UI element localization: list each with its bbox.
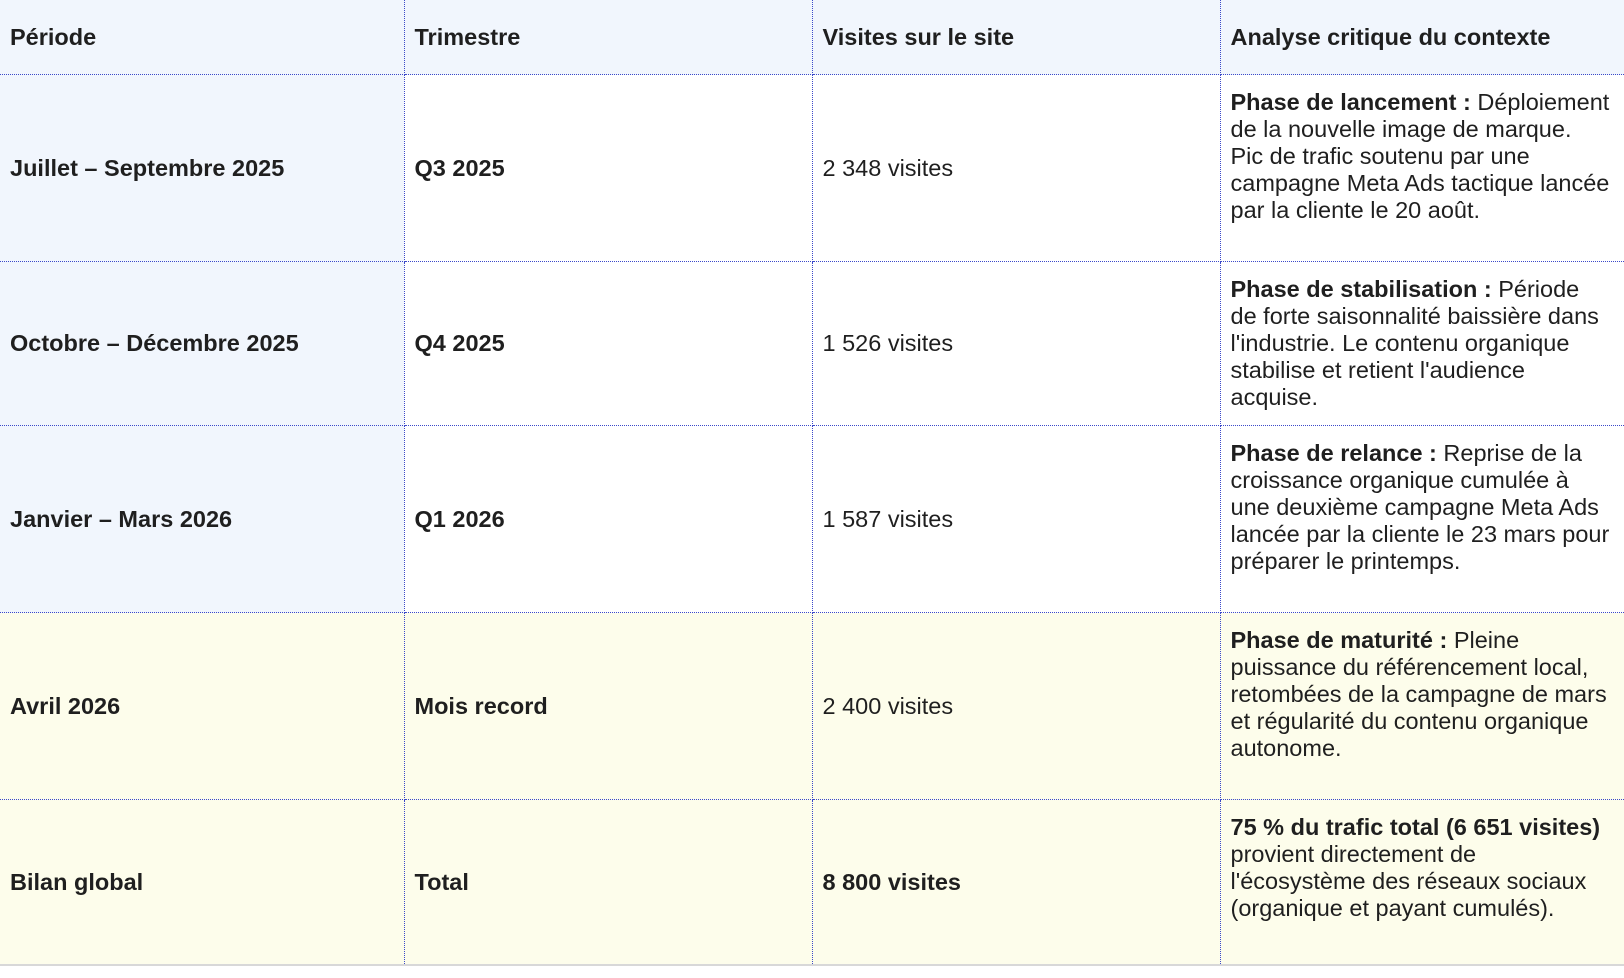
cell-trimestre: Q4 2025: [403, 261, 813, 426]
table-header-row: Période Trimestre Visites sur le site An…: [0, 0, 1624, 75]
cell-trimestre: Total: [403, 799, 813, 966]
cell-visites: 2 348 visites: [811, 74, 1221, 262]
cell-trimestre: Q1 2026: [403, 425, 813, 613]
cell-visites: 1 587 visites: [811, 425, 1221, 613]
cell-trimestre: Mois record: [403, 612, 813, 800]
table-row: Octobre – Décembre 2025 Q4 2025 1 526 vi…: [0, 261, 1624, 426]
table-row-total: Bilan global Total 8 800 visites 75 % du…: [0, 799, 1624, 966]
cell-visites: 1 526 visites: [811, 261, 1221, 426]
cell-analyse: Phase de maturité : Pleine puissance du …: [1219, 612, 1624, 800]
analyse-text: provient directement de l'écosystème des…: [1230, 841, 1587, 921]
cell-periode: Bilan global: [0, 799, 405, 966]
table-row: Juillet – Septembre 2025 Q3 2025 2 348 v…: [0, 74, 1624, 262]
traffic-analysis-table: Période Trimestre Visites sur le site An…: [0, 0, 1624, 966]
table-row-highlight: Avril 2026 Mois record 2 400 visites Pha…: [0, 612, 1624, 800]
header-analyse: Analyse critique du contexte: [1219, 0, 1624, 75]
analyse-heading: Phase de maturité :: [1230, 627, 1448, 653]
analyse-heading: Phase de stabilisation :: [1230, 276, 1492, 302]
cell-periode: Juillet – Septembre 2025: [0, 74, 405, 262]
cell-analyse: 75 % du trafic total (6 651 visites) pro…: [1219, 799, 1624, 966]
cell-visites: 8 800 visites: [811, 799, 1221, 966]
cell-periode: Janvier – Mars 2026: [0, 425, 405, 613]
cell-periode: Avril 2026: [0, 612, 405, 800]
analyse-heading: Phase de relance :: [1230, 440, 1437, 466]
cell-analyse: Phase de stabilisation : Période de fort…: [1219, 261, 1624, 426]
cell-periode: Octobre – Décembre 2025: [0, 261, 405, 426]
cell-visites: 2 400 visites: [811, 612, 1221, 800]
table-row: Janvier – Mars 2026 Q1 2026 1 587 visite…: [0, 425, 1624, 613]
analyse-heading: Phase de lancement :: [1230, 89, 1471, 115]
cell-trimestre: Q3 2025: [403, 74, 813, 262]
header-periode: Période: [0, 0, 405, 75]
analyse-heading: 75 % du trafic total (6 651 visites): [1230, 814, 1601, 840]
cell-analyse: Phase de relance : Reprise de la croissa…: [1219, 425, 1624, 613]
cell-analyse: Phase de lancement : Déploiement de la n…: [1219, 74, 1624, 262]
header-visites: Visites sur le site: [811, 0, 1221, 75]
header-trimestre: Trimestre: [403, 0, 813, 75]
